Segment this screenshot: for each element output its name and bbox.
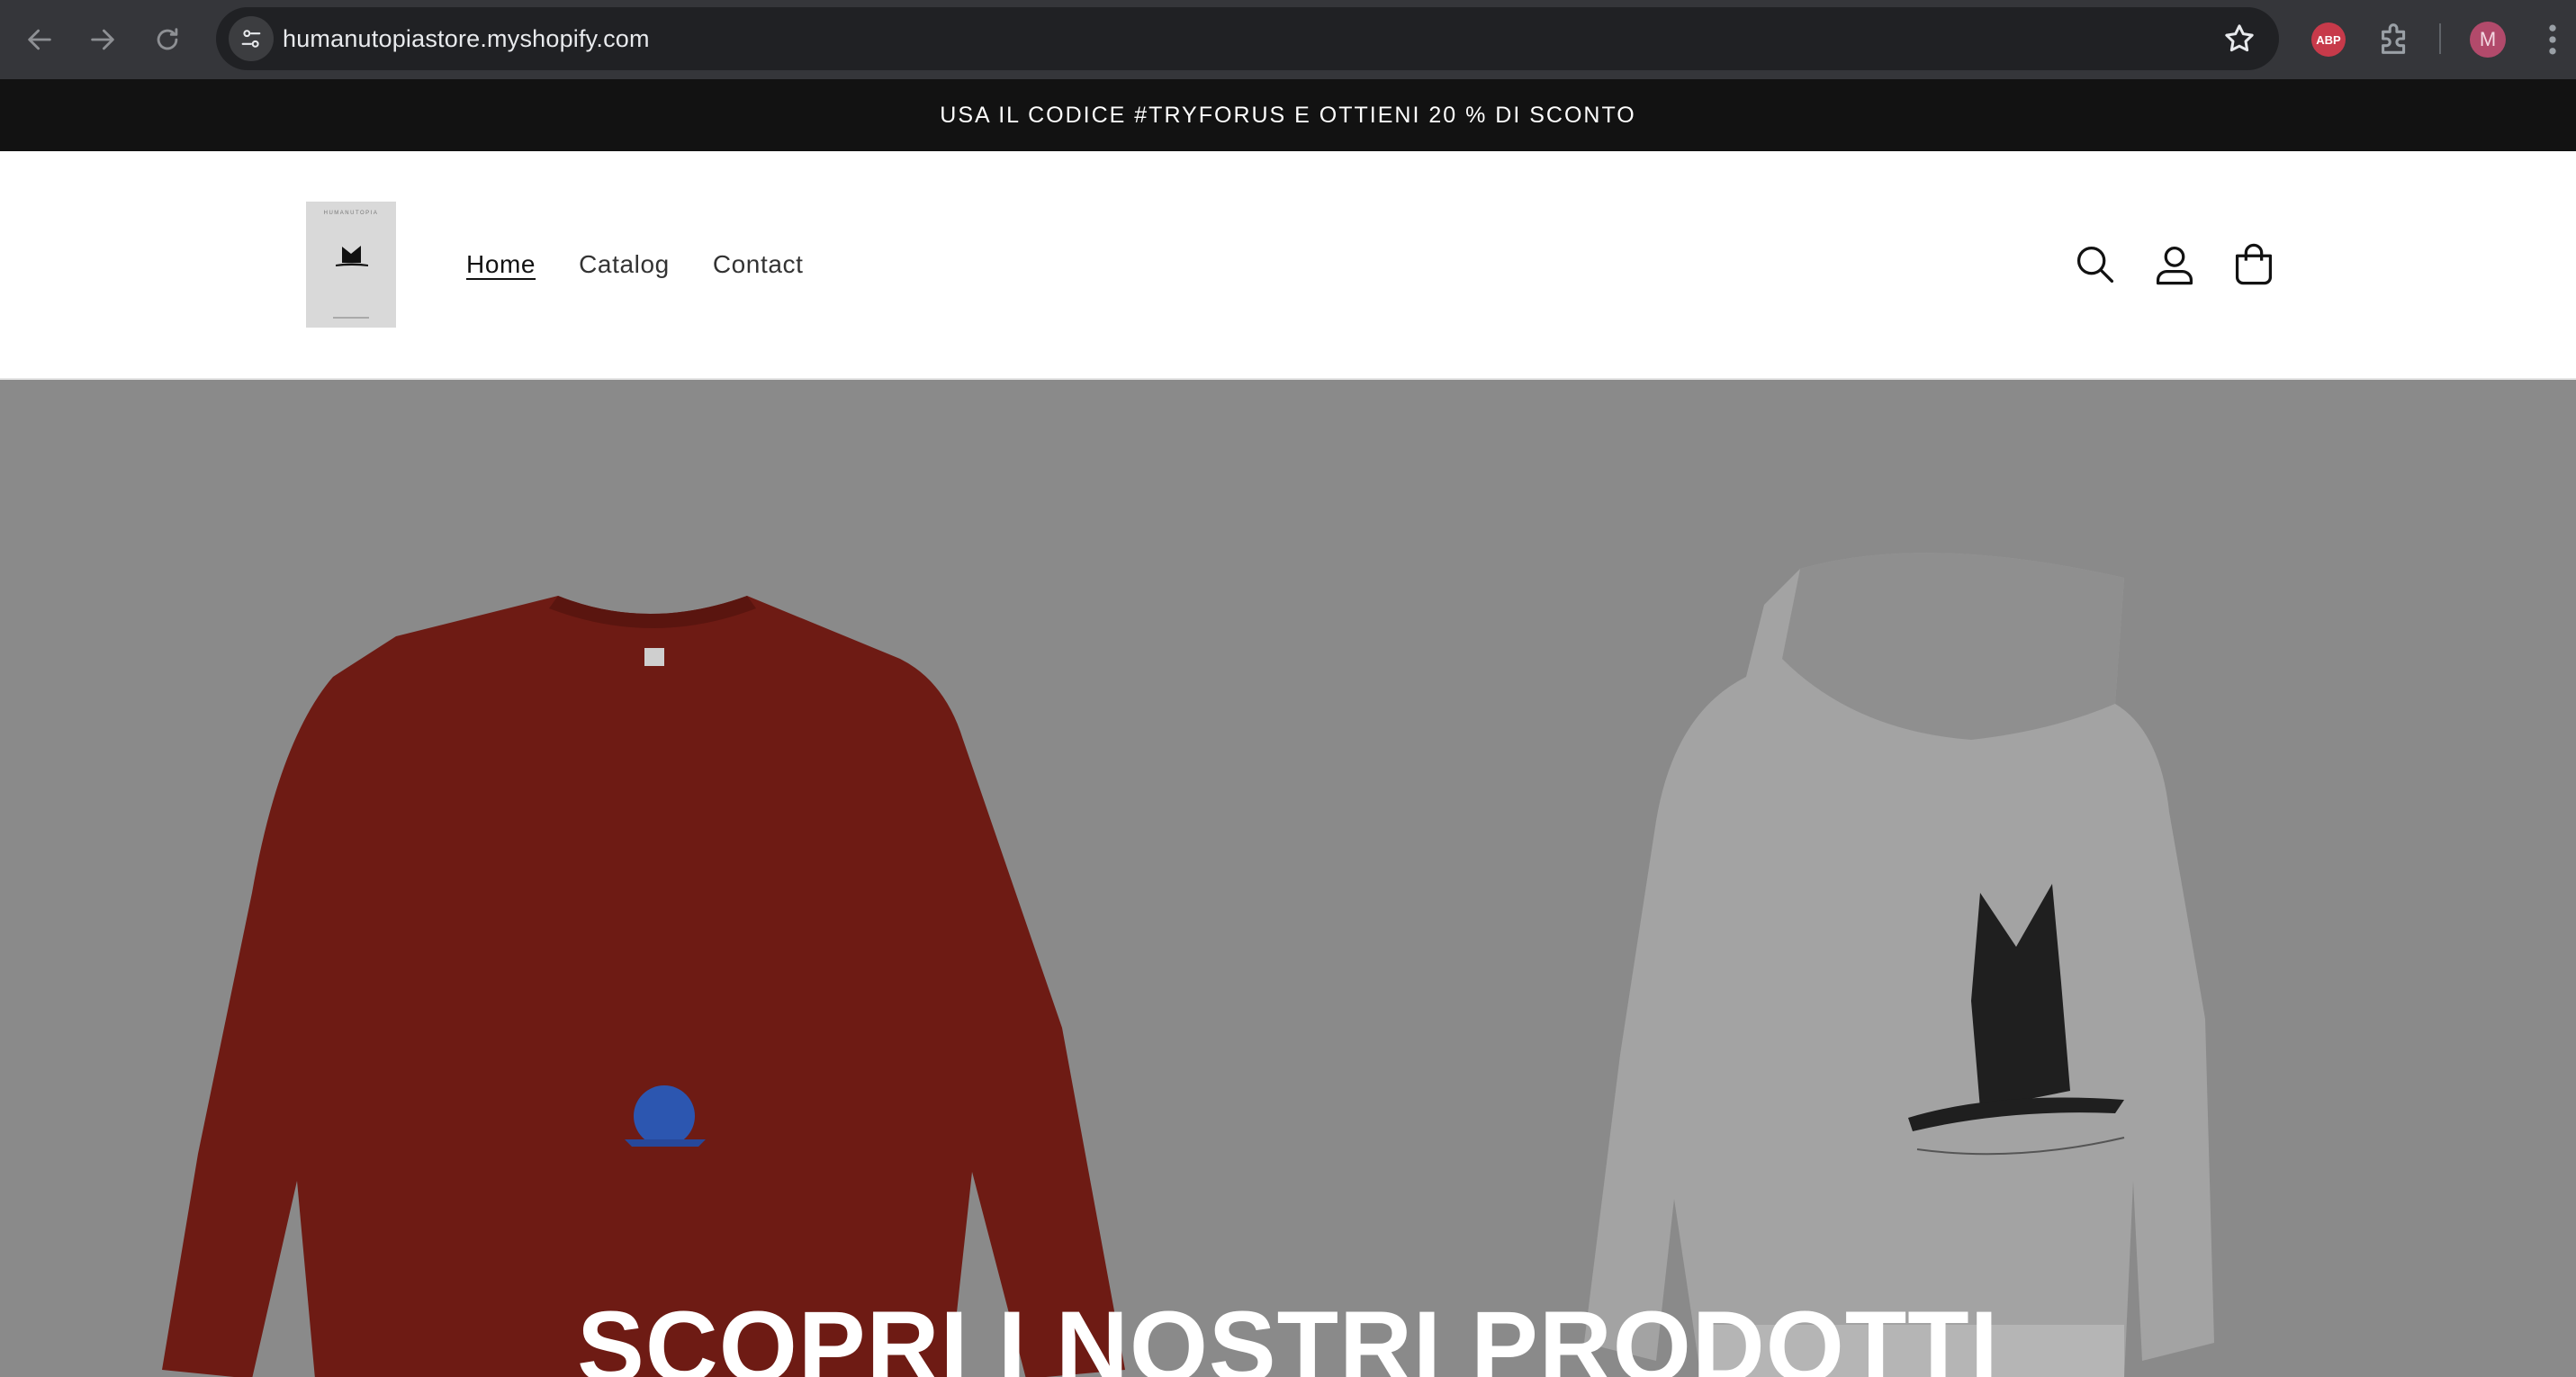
hero-banner: SCOPRI I NOSTRI PRODOTTI (0, 380, 2576, 1377)
logo-underline (333, 317, 369, 319)
more-menu-icon[interactable] (2536, 20, 2569, 59)
address-bar[interactable]: humanutopiastore.myshopify.com (216, 7, 2279, 70)
store-logo[interactable]: HUMANUTOPIA (306, 202, 396, 328)
tune-icon (241, 30, 261, 48)
cart-button[interactable] (2230, 241, 2277, 288)
forward-button[interactable] (79, 16, 126, 63)
nav-catalog[interactable]: Catalog (579, 250, 670, 279)
grey-hoodie-image (1584, 553, 2214, 1377)
arrow-left-icon (28, 29, 51, 50)
search-button[interactable] (2072, 241, 2119, 288)
main-navigation: Home Catalog Contact (466, 151, 847, 378)
hat-logo-icon (336, 246, 368, 266)
account-icon (2156, 246, 2193, 285)
nav-contact[interactable]: Contact (713, 250, 804, 279)
announcement-bar: USA IL CODICE #TRYFORUS E OTTIENI 20 % D… (0, 79, 2576, 151)
cart-icon (2235, 243, 2273, 285)
bookmark-star-icon[interactable] (2221, 21, 2257, 57)
reload-button[interactable] (144, 16, 191, 63)
account-button[interactable] (2151, 241, 2198, 288)
back-button[interactable] (16, 16, 63, 63)
arrow-right-icon (91, 29, 114, 50)
nav-home[interactable]: Home (466, 250, 536, 279)
logo-wordmark: HUMANUTOPIA (323, 211, 379, 216)
red-sweater-image (162, 596, 1125, 1377)
profile-avatar[interactable]: M (2470, 22, 2506, 58)
url-text[interactable]: humanutopiastore.myshopify.com (283, 7, 650, 70)
reload-icon (157, 28, 178, 50)
extensions-puzzle-icon[interactable] (2374, 18, 2416, 59)
hero-title: SCOPRI I NOSTRI PRODOTTI (577, 1291, 1999, 1377)
adblock-extension-icon[interactable]: ABP (2311, 22, 2346, 57)
site-info-button[interactable] (229, 16, 274, 61)
toolbar-divider (2439, 23, 2441, 54)
browser-toolbar: humanutopiastore.myshopify.com ABP M (0, 0, 2576, 79)
announcement-text: USA IL CODICE #TRYFORUS E OTTIENI 20 % D… (940, 102, 1636, 128)
store-header: HUMANUTOPIA Home Catalog Contact (0, 151, 2576, 380)
search-icon (2076, 246, 2114, 284)
